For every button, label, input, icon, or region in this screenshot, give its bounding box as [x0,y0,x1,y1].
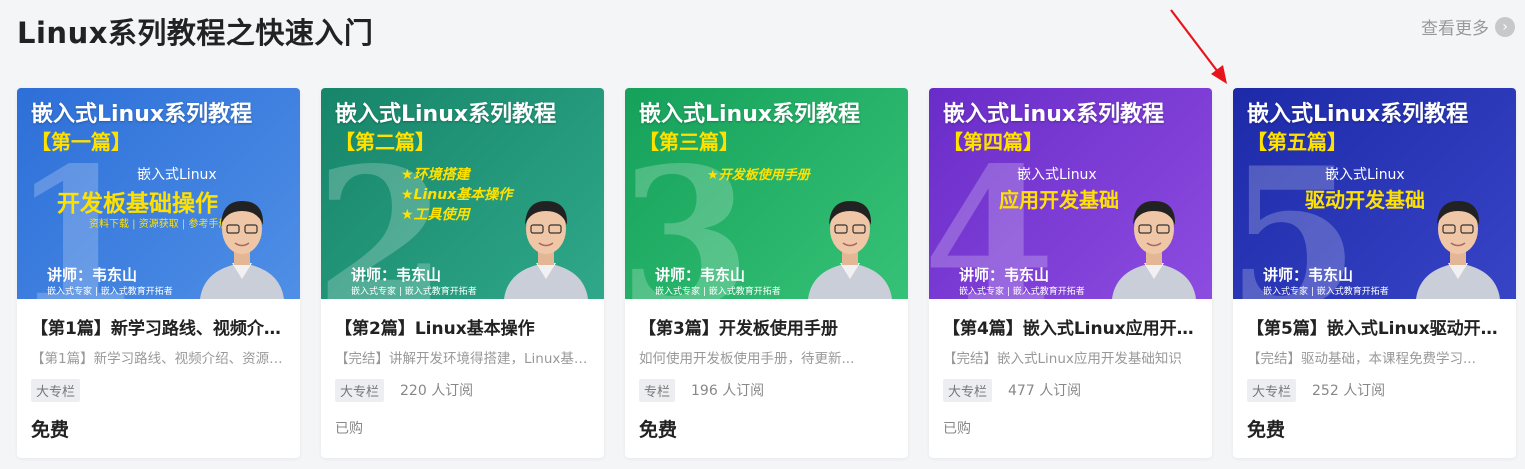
cover-title: 嵌入式Linux系列教程 [31,102,253,127]
cover-title: 嵌入式Linux系列教程 [943,102,1165,127]
lecturer-photo [504,201,588,299]
cover-bullet: ★开发板使用手册 [707,168,810,183]
purchased-label: 已购 [943,421,971,437]
view-more-label: 查看更多 [1421,19,1489,39]
cover-lecturer-sub: 嵌入式专家 | 嵌入式教育开拓者 [1263,287,1389,297]
course-card[interactable]: 2 嵌入式Linux系列教程 【第二篇】 ★环境搭建 ★Linux基本操作 ★工… [321,88,604,458]
subscriber-count: 477 人订阅 [1008,383,1082,399]
red-arrow-annotation [1170,9,1227,84]
course-cover-image[interactable]: 2 嵌入式Linux系列教程 【第二篇】 ★环境搭建 ★Linux基本操作 ★工… [321,88,604,299]
view-more-link[interactable]: 查看更多 › [1421,14,1515,39]
subscriber-count: 220 人订阅 [400,383,474,399]
chevron-right-icon: › [1495,16,1515,37]
price-label: 免费 [1247,419,1286,441]
cover-headline: 驱动开发基础 [1305,188,1425,212]
purchased-label: 已购 [335,421,363,437]
course-title[interactable]: 【第3篇】开发板使用手册 [639,314,894,339]
course-title[interactable]: 【第2篇】Linux基本操作 [335,314,590,339]
cover-lecturer: 讲师：韦东山 [959,266,1050,284]
cover-subtitle: 嵌入式Linux [1017,167,1097,183]
course-title[interactable]: 【第1篇】新学习路线、视频介绍、资源下载 [31,314,286,339]
cover-bullet: ★环境搭建 [401,167,470,183]
course-card[interactable]: 5 嵌入式Linux系列教程 【第五篇】 嵌入式Linux 驱动开发基础 讲师：… [1233,88,1516,458]
cover-lecturer-sub: 嵌入式专家 | 嵌入式教育开拓者 [47,287,173,297]
cover-bullet: ★工具使用 [401,207,470,223]
cover-lecturer: 讲师：韦东山 [47,266,138,284]
course-description: 【完结】嵌入式Linux应用开发基础知识 [943,351,1182,367]
column-tag: 大专栏 [335,378,385,402]
course-description: 如何使用开发板使用手册，待更新... [639,351,855,367]
lecturer-photo [200,201,284,299]
price-label: 免费 [639,419,678,441]
cover-subtitle: 嵌入式Linux [137,167,217,183]
column-tag: 大专栏 [1247,378,1297,402]
subscriber-count: 196 人订阅 [691,383,765,399]
course-cover-image[interactable]: 5 嵌入式Linux系列教程 【第五篇】 嵌入式Linux 驱动开发基础 讲师：… [1233,88,1516,299]
cover-lecturer-sub: 嵌入式专家 | 嵌入式教育开拓者 [351,287,477,297]
cover-part: 【第四篇】 [943,130,1043,154]
lecturer-photo [1416,201,1500,299]
cover-lecturer-sub: 嵌入式专家 | 嵌入式教育开拓者 [655,287,781,297]
course-cover-image[interactable]: 3 嵌入式Linux系列教程 【第三篇】 ★开发板使用手册 讲师：韦东山 嵌入式… [625,88,908,299]
cover-part: 【第五篇】 [1247,130,1347,154]
lecturer-photo [1112,201,1196,299]
cover-title: 嵌入式Linux系列教程 [335,102,557,127]
course-description: 【完结】讲解开发环境得搭建，Linux基本操作 [335,351,590,367]
course-title[interactable]: 【第5篇】嵌入式Linux驱动开发基础 [1247,314,1502,339]
cover-subtitle: 嵌入式Linux [1325,167,1405,183]
course-cover-image[interactable]: 4 嵌入式Linux系列教程 【第四篇】 嵌入式Linux 应用开发基础 讲师：… [929,88,1212,299]
cover-title: 嵌入式Linux系列教程 [639,102,861,127]
course-card[interactable]: 1 嵌入式Linux系列教程 【第一篇】 嵌入式Linux 开发板基础操作 资料… [17,88,300,458]
cover-part: 【第三篇】 [639,130,739,154]
cover-lecturer: 讲师：韦东山 [1263,266,1354,284]
course-description: 【完结】驱动基础，本课程免费学习... [1247,351,1476,367]
course-card[interactable]: 4 嵌入式Linux系列教程 【第四篇】 嵌入式Linux 应用开发基础 讲师：… [929,88,1212,458]
course-description: 【第1篇】新学习路线、视频介绍、资源下载 [31,351,286,367]
cover-headline: 应用开发基础 [999,188,1119,212]
cover-part: 【第一篇】 [31,130,131,154]
course-card[interactable]: 3 嵌入式Linux系列教程 【第三篇】 ★开发板使用手册 讲师：韦东山 嵌入式… [625,88,908,458]
cover-lecturer: 讲师：韦东山 [655,266,746,284]
cover-title: 嵌入式Linux系列教程 [1247,102,1469,127]
price-label: 免费 [31,419,70,441]
subscriber-count: 252 人订阅 [1312,383,1386,399]
section-title: Linux系列教程之快速入门 [17,16,374,50]
cover-part: 【第二篇】 [335,130,435,154]
column-tag: 大专栏 [943,378,993,402]
course-card-list: 1 嵌入式Linux系列教程 【第一篇】 嵌入式Linux 开发板基础操作 资料… [17,88,1516,458]
cover-lecturer: 讲师：韦东山 [351,266,442,284]
column-tag: 专栏 [639,378,676,402]
course-cover-image[interactable]: 1 嵌入式Linux系列教程 【第一篇】 嵌入式Linux 开发板基础操作 资料… [17,88,300,299]
cover-lecturer-sub: 嵌入式专家 | 嵌入式教育开拓者 [959,287,1085,297]
column-tag: 大专栏 [31,378,81,402]
course-title[interactable]: 【第4篇】嵌入式Linux应用开发基础 [943,314,1198,339]
lecturer-photo [808,201,892,299]
